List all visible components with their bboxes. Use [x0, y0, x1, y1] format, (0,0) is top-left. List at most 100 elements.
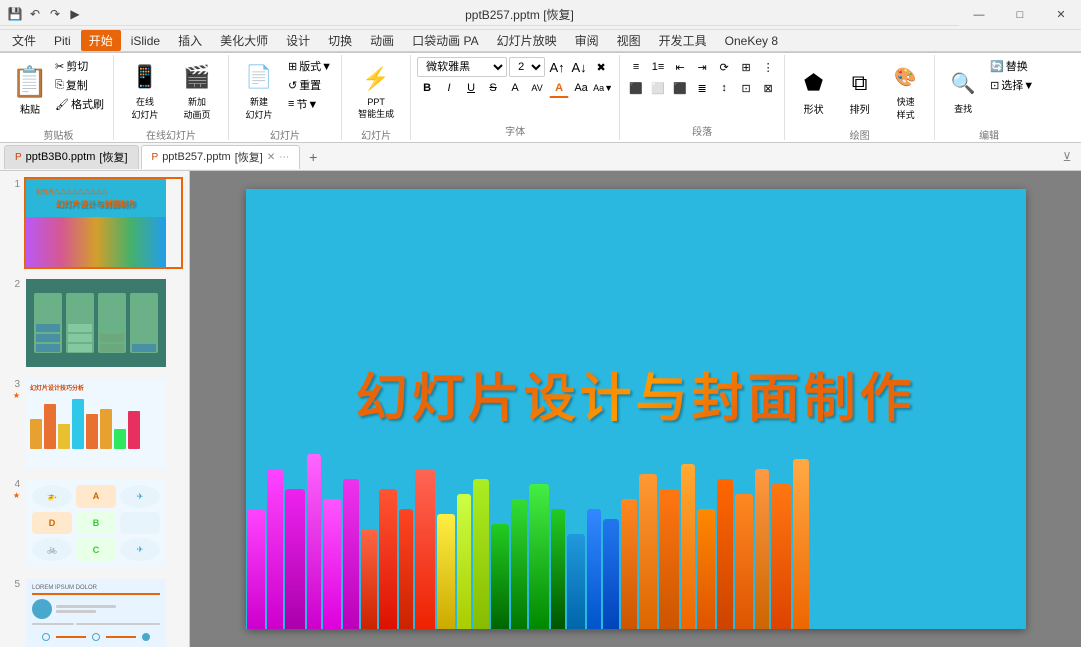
menu-devtools[interactable]: 开发工具 [651, 30, 715, 51]
layout-button[interactable]: ⊞ 版式▼ [285, 57, 335, 75]
slide-num-3: 3 ★ [6, 377, 20, 401]
tab-pptb3b0[interactable]: P pptB3B0.pptm [恢复] [4, 145, 139, 169]
minimize-btn[interactable]: — [959, 4, 999, 26]
slide-thumb-1[interactable]: 幻灯片设计与封面制作 幻灯片△△△△△△△△△ [24, 177, 183, 269]
arrange-button[interactable]: ⧉ 排列 [838, 57, 882, 125]
menu-pocket-anim[interactable]: 口袋动画 PA [404, 30, 486, 51]
strikethrough-btn[interactable]: S [483, 78, 503, 98]
scissors-icon: ✂ [55, 60, 64, 73]
new-slide-button[interactable]: 📄 新建幻灯片 [235, 57, 283, 125]
section-button[interactable]: ≡ 节▼ [285, 95, 335, 113]
italic-btn[interactable]: I [439, 78, 459, 98]
menu-file[interactable]: 文件 [4, 30, 44, 51]
slide-item-4[interactable]: 4 ★ 🚁 A ✈ D B 🚲 C ✈ [4, 475, 185, 571]
slide-item-5[interactable]: 5 LOREM IPSUM DOLOR [4, 575, 185, 647]
font-family-select[interactable]: 微软雅黑 [417, 57, 507, 77]
slide-item-3[interactable]: 3 ★ 幻灯片设计技巧分析 [4, 375, 185, 471]
copy-button[interactable]: ⎘ 复制 [52, 76, 107, 94]
slide-title[interactable]: 幻灯片设计与封面制作 [355, 356, 915, 431]
cut-button[interactable]: ✂ 剪切 [52, 57, 107, 75]
slide-thumb-inner-3: 幻灯片设计技巧分析 [26, 379, 166, 467]
bold-btn[interactable]: B [417, 78, 437, 98]
add-tab-btn[interactable]: + [302, 146, 324, 168]
find-button[interactable]: 🔍 查找 [941, 57, 985, 125]
slide-thumb-2[interactable] [24, 277, 183, 369]
redo-btn[interactable]: ↷ [46, 5, 64, 23]
slide-item-1[interactable]: 1 幻灯片设计与封面制作 幻灯片△△△△△△△△△ [4, 175, 185, 271]
menu-review[interactable]: 审阅 [567, 30, 607, 51]
slide-thumb-5[interactable]: LOREM IPSUM DOLOR [24, 577, 183, 647]
menu-slideshow[interactable]: 幻灯片放映 [489, 30, 565, 51]
menu-view[interactable]: 视图 [609, 30, 649, 51]
close-btn[interactable]: ✕ [1041, 4, 1081, 26]
ribbon-content: 📋 粘贴 ✂ 剪切 ⎘ 复制 🖌 格式刷 [0, 52, 1081, 142]
font-increase-btn[interactable]: A↑ [547, 57, 567, 77]
col-btn[interactable]: ⋮ [758, 57, 778, 77]
new-anim-icon: 🎬 [181, 61, 213, 93]
tab-close-btn[interactable]: ✕ [267, 152, 275, 163]
menu-insert[interactable]: 插入 [170, 30, 210, 51]
align-center-btn[interactable]: ⬜ [648, 78, 668, 98]
menu-beautify[interactable]: 美化大师 [212, 30, 276, 51]
slide-panel: 1 幻灯片设计与封面制作 幻灯片△△△△△△△△△ 2 [0, 171, 190, 647]
slide-num-1: 1 [6, 177, 20, 190]
tab-overflow-btn[interactable]: ⊻ [1057, 147, 1077, 167]
ppt-gen-button[interactable]: ⚡ PPT智能生成 [348, 57, 404, 125]
tab1-suffix: [恢复] [99, 149, 127, 165]
menu-onekey[interactable]: OneKey 8 [717, 32, 786, 50]
menu-animation[interactable]: 动画 [362, 30, 402, 51]
slide-thumb-3[interactable]: 幻灯片设计技巧分析 [24, 377, 183, 469]
smart-art-btn[interactable]: ⊠ [758, 78, 778, 98]
editing-group: 🔍 查找 🔄 替换 ⊡ 选择▼ 编辑 [935, 55, 1043, 140]
number-list-btn[interactable]: 1≡ [648, 57, 668, 77]
bullet-list-btn[interactable]: ≡ [626, 57, 646, 77]
align-text-btn[interactable]: ⊡ [736, 78, 756, 98]
convert-to-smartart-btn[interactable]: ⊞ [736, 57, 756, 77]
menu-piti[interactable]: Piti [46, 32, 79, 50]
clear-format-btn[interactable]: ✖ [591, 57, 611, 77]
text-direction-btn[interactable]: ⟳ [714, 57, 734, 77]
reset-button[interactable]: ↺ 重置 [285, 76, 335, 94]
ppt-icon-1: P [15, 152, 22, 163]
menu-transition[interactable]: 切换 [320, 30, 360, 51]
align-right-btn[interactable]: ⬛ [670, 78, 690, 98]
present-btn[interactable]: ▶ [66, 5, 84, 23]
save-btn[interactable]: 💾 [6, 5, 24, 23]
align-left-btn[interactable]: ⬛ [626, 78, 646, 98]
font-decrease-btn[interactable]: A↓ [569, 57, 589, 77]
char-spacing-btn[interactable]: AV [527, 78, 547, 98]
paste-button[interactable]: 📋 粘贴 [10, 57, 50, 125]
format-painter-button[interactable]: 🖌 格式刷 [52, 95, 107, 113]
new-anim-button[interactable]: 🎬 新加动画页 [172, 57, 222, 125]
font-aa-btn[interactable]: Aa▼ [593, 78, 613, 98]
quick-style-button[interactable]: 🎨 快速样式 [884, 57, 928, 125]
shadow-btn[interactable]: A [505, 78, 525, 98]
undo-btn[interactable]: ↶ [26, 5, 44, 23]
paste-icon: 📋 [14, 67, 46, 99]
decrease-indent-btn[interactable]: ⇤ [670, 57, 690, 77]
replace-button[interactable]: 🔄 替换 [987, 57, 1037, 75]
menu-start[interactable]: 开始 [81, 30, 121, 51]
menu-design[interactable]: 设计 [278, 30, 318, 51]
online-slide-button[interactable]: 📱 在线幻灯片 [120, 57, 170, 125]
select-button[interactable]: ⊡ 选择▼ [987, 76, 1037, 94]
font-color-btn[interactable]: A [549, 78, 569, 98]
increase-indent-btn[interactable]: ⇥ [692, 57, 712, 77]
tab-menu-icon[interactable]: ⋯ [279, 152, 289, 163]
drawing-label: 绘图 [850, 125, 870, 142]
slide-thumb-4[interactable]: 🚁 A ✈ D B 🚲 C ✈ [24, 477, 183, 569]
menu-islide[interactable]: iSlide [123, 32, 168, 50]
find-icon: 🔍 [947, 68, 979, 100]
maximize-btn[interactable]: □ [1000, 4, 1040, 26]
underline-btn[interactable]: U [461, 78, 481, 98]
justify-btn[interactable]: ≣ [692, 78, 712, 98]
font-items: 微软雅黑 24 A↑ A↓ ✖ B I U S A AV A [417, 57, 613, 121]
shape-button[interactable]: ⬟ 形状 [792, 57, 836, 125]
tab-pptb257[interactable]: P pptB257.pptm [恢复] ✕ ⋯ [141, 145, 301, 169]
window-controls: — □ ✕ [959, 4, 1081, 26]
slide-item-2[interactable]: 2 [4, 275, 185, 371]
main-area: 1 幻灯片设计与封面制作 幻灯片△△△△△△△△△ 2 [0, 171, 1081, 647]
font-highlight-btn[interactable]: Aa [571, 78, 591, 98]
font-size-select[interactable]: 24 [509, 57, 545, 77]
line-spacing-btn[interactable]: ↕ [714, 78, 734, 98]
